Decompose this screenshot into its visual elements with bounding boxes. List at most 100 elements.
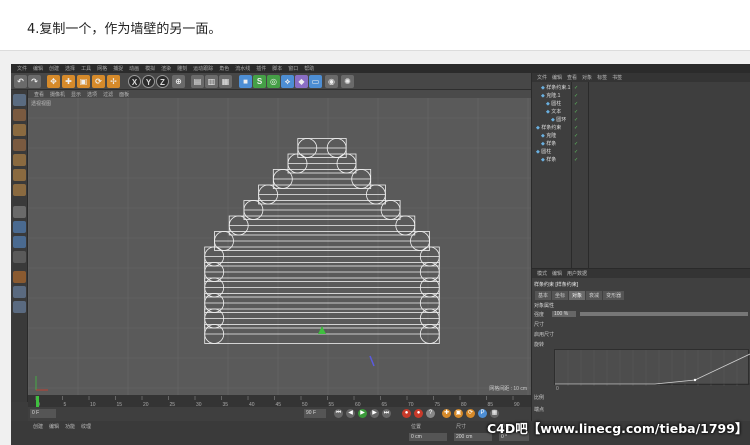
main-menu-item-8[interactable]: 模拟 <box>145 65 155 72</box>
keyframe-selection-icon[interactable]: ? <box>426 409 435 418</box>
goto-end-icon[interactable]: ⏭ <box>382 409 391 418</box>
select-tool-icon[interactable]: ✥ <box>47 75 60 88</box>
object-row[interactable]: ◆ 克隆.1 <box>541 93 560 100</box>
visibility-check-icon[interactable]: ✓ <box>574 85 578 92</box>
main-menu-item-3[interactable]: 选择 <box>65 65 75 72</box>
object-row[interactable]: ◆ 圆环 <box>551 117 566 124</box>
lock-workplane-icon[interactable] <box>13 251 26 263</box>
solo-icon[interactable] <box>13 286 26 298</box>
texture-mode-icon[interactable] <box>13 124 26 136</box>
subdivision-surface-icon[interactable]: ◎ <box>267 75 280 88</box>
attribute-tab-1[interactable]: 坐标 <box>552 291 569 300</box>
visibility-check-icon[interactable]: ✓ <box>574 93 578 100</box>
make-editable-icon[interactable] <box>13 94 26 106</box>
tweak-mode-icon[interactable] <box>13 221 26 233</box>
object-menu-item-3[interactable]: 对象 <box>582 74 592 81</box>
main-menu-item-4[interactable]: 工具 <box>81 65 91 72</box>
array-icon[interactable]: ⟡ <box>281 75 294 88</box>
main-menu-item-5[interactable]: 网格 <box>97 65 107 72</box>
deformer-icon[interactable]: ◆ <box>295 75 308 88</box>
edges-mode-icon[interactable] <box>13 169 26 181</box>
model-mode-icon[interactable] <box>13 109 26 121</box>
undo-icon[interactable]: ↶ <box>14 75 27 88</box>
record-icon[interactable]: ● <box>402 409 411 418</box>
viewport-menu-item-4[interactable]: 过滤 <box>103 91 113 98</box>
main-menu-item-12[interactable]: 角色 <box>219 65 229 72</box>
visibility-check-icon[interactable]: ✓ <box>574 125 578 132</box>
render-settings-icon[interactable]: ▦ <box>219 75 232 88</box>
redo-icon[interactable]: ↷ <box>28 75 41 88</box>
start-frame-field[interactable]: 0 F <box>30 409 56 418</box>
main-menu-item-1[interactable]: 编辑 <box>33 65 43 72</box>
object-row[interactable]: ◆ 样条 <box>541 157 556 164</box>
floor-icon[interactable]: ▭ <box>309 75 322 88</box>
visibility-check-icon[interactable]: ✓ <box>574 133 578 140</box>
scale-tool-icon[interactable]: ▣ <box>77 75 90 88</box>
rotate-tool-icon[interactable]: ⟳ <box>92 75 105 88</box>
viewport-menu-item-5[interactable]: 面板 <box>119 91 129 98</box>
strength-slider[interactable] <box>580 312 748 316</box>
material-menu-edit[interactable]: 编辑 <box>49 423 59 430</box>
main-menu-item-6[interactable]: 捕捉 <box>113 65 123 72</box>
object-row[interactable]: ◆ 克隆 <box>541 133 556 140</box>
render-picture-viewer-icon[interactable]: ▥ <box>205 75 218 88</box>
key-scale-icon[interactable]: ▣ <box>454 409 463 418</box>
object-menu-item-0[interactable]: 文件 <box>537 74 547 81</box>
object-row[interactable]: ◆ 样条约束.1 <box>541 85 570 92</box>
viewport-menu-item-1[interactable]: 摄像机 <box>50 91 65 98</box>
workplane-icon[interactable] <box>13 139 26 151</box>
object-menu-item-1[interactable]: 编辑 <box>552 74 562 81</box>
material-menu-create[interactable]: 创建 <box>33 423 43 430</box>
play-icon[interactable]: ▶ <box>358 409 367 418</box>
viewport-menu-item-2[interactable]: 显示 <box>71 91 81 98</box>
move-tool-icon[interactable]: ✚ <box>62 75 75 88</box>
recent-tool-icon[interactable]: ✢ <box>107 75 120 88</box>
strength-field[interactable]: 100 % <box>552 311 576 317</box>
attribute-tab-0[interactable]: 基本 <box>535 291 552 300</box>
points-mode-icon[interactable] <box>13 154 26 166</box>
spline-pen-icon[interactable]: S <box>253 75 266 88</box>
main-menu-item-10[interactable]: 雕刻 <box>177 65 187 72</box>
main-menu-item-15[interactable]: 脚本 <box>272 65 282 72</box>
brush-icon[interactable] <box>13 271 26 283</box>
axis-mode-icon[interactable] <box>13 206 26 218</box>
render-view-icon[interactable]: ▤ <box>191 75 204 88</box>
auto-key-icon[interactable]: ● <box>414 409 423 418</box>
y-axis-lock-button[interactable]: Y <box>142 75 155 88</box>
main-menu-item-0[interactable]: 文件 <box>17 65 27 72</box>
attribute-menu-item-0[interactable]: 模式 <box>537 270 547 277</box>
key-pla-icon[interactable]: ▦ <box>490 409 499 418</box>
light-icon[interactable]: ✺ <box>341 75 354 88</box>
attribute-menu-item-1[interactable]: 编辑 <box>552 270 562 277</box>
camera-icon[interactable]: ◉ <box>325 75 338 88</box>
object-row[interactable]: ◆ 圆柱 <box>546 101 561 108</box>
object-row[interactable]: ◆ 文本 <box>546 109 561 116</box>
attribute-tab-4[interactable]: 变形器 <box>603 291 625 300</box>
viewport-menu-item-0[interactable]: 查看 <box>34 91 44 98</box>
key-position-icon[interactable]: ✚ <box>442 409 451 418</box>
visibility-check-icon[interactable]: ✓ <box>574 117 578 124</box>
visibility-check-icon[interactable]: ✓ <box>574 109 578 116</box>
main-menu-item-11[interactable]: 运动跟踪 <box>193 65 213 72</box>
main-menu-item-2[interactable]: 创建 <box>49 65 59 72</box>
visibility-check-icon[interactable]: ✓ <box>574 141 578 148</box>
main-menu-item-14[interactable]: 插件 <box>256 65 266 72</box>
visibility-check-icon[interactable]: ✓ <box>574 101 578 108</box>
viewport-menu-item-3[interactable]: 选项 <box>87 91 97 98</box>
main-menu-item-17[interactable]: 帮助 <box>304 65 314 72</box>
z-axis-lock-button[interactable]: Z <box>156 75 169 88</box>
main-menu-item-7[interactable]: 动画 <box>129 65 139 72</box>
snap-icon[interactable] <box>13 236 26 248</box>
cube-object-icon[interactable]: ■ <box>239 75 252 88</box>
material-menu-function[interactable]: 功能 <box>65 423 75 430</box>
key-param-icon[interactable]: P <box>478 409 487 418</box>
end-frame-field[interactable]: 90 F <box>304 409 326 418</box>
goto-start-icon[interactable]: ⏮ <box>334 409 343 418</box>
object-menu-item-4[interactable]: 标签 <box>597 74 607 81</box>
attribute-tab-3[interactable]: 衰减 <box>586 291 603 300</box>
main-menu-item-16[interactable]: 窗口 <box>288 65 298 72</box>
key-rotation-icon[interactable]: ⟳ <box>466 409 475 418</box>
main-menu-item-9[interactable]: 渲染 <box>161 65 171 72</box>
visibility-check-icon[interactable]: ✓ <box>574 157 578 164</box>
prev-key-icon[interactable]: ◀ <box>346 409 355 418</box>
